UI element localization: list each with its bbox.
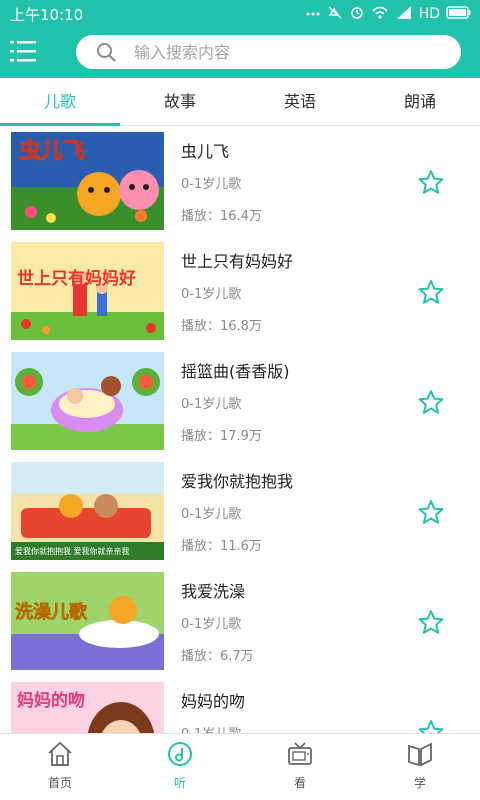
song-category: 0-1岁儿歌 bbox=[181, 617, 242, 632]
song-list: 虫儿飞 虫儿飞 0-1岁儿歌 播放：16.4万 世上只有妈妈好 世上只有妈妈好 … bbox=[0, 126, 480, 733]
play-count: 播放：17.9万 bbox=[181, 429, 262, 444]
song-thumbnail[interactable]: 洗澡儿歌 bbox=[11, 572, 164, 670]
search-box[interactable] bbox=[76, 35, 461, 69]
list-item[interactable]: 爱我你就抱抱我 爱我你就亲亲我 爱我你就抱抱我 0-1岁儿歌 播放：11.6万 bbox=[0, 456, 480, 566]
star-outline-icon bbox=[418, 390, 444, 419]
song-category: 0-1岁儿歌 bbox=[181, 177, 242, 192]
song-category: 0-1岁儿歌 bbox=[181, 723, 241, 733]
tab-stories[interactable]: 故事 bbox=[120, 78, 240, 125]
menu-button[interactable] bbox=[10, 38, 38, 66]
thumbnail-text: 妈妈的吻 bbox=[17, 690, 85, 711]
star-outline-icon bbox=[418, 610, 444, 639]
status-time: 上午10:10 bbox=[10, 6, 84, 24]
list-item[interactable]: 妈妈的吻 妈妈的吻 0-1岁儿歌 bbox=[0, 676, 480, 733]
favorite-button[interactable] bbox=[418, 609, 444, 635]
nav-learn[interactable]: 学 bbox=[360, 734, 480, 800]
list-item[interactable]: 洗澡儿歌 我爱洗澡 0-1岁儿歌 播放：6.7万 bbox=[0, 566, 480, 676]
song-thumbnail[interactable]: 爱我你就抱抱我 爱我你就亲亲我 bbox=[11, 462, 164, 560]
book-icon bbox=[406, 740, 434, 772]
play-count: 播放：16.8万 bbox=[181, 319, 262, 334]
nav-home[interactable]: 首页 bbox=[0, 734, 120, 800]
favorite-button[interactable] bbox=[418, 279, 444, 305]
song-category: 0-1岁儿歌 bbox=[181, 397, 242, 412]
network-type: HD bbox=[418, 6, 440, 22]
favorite-button[interactable] bbox=[418, 169, 444, 195]
tab-recitation[interactable]: 朗诵 bbox=[360, 78, 480, 125]
bottom-navigation: 首页 听 看 学 bbox=[0, 733, 480, 800]
status-bar: 上午10:10 HD bbox=[0, 0, 480, 26]
song-category: 0-1岁儿歌 bbox=[181, 287, 242, 302]
mute-icon bbox=[327, 3, 343, 25]
category-tabs: 儿歌 故事 英语 朗诵 bbox=[0, 78, 480, 126]
list-item[interactable]: 摇篮曲(香香版) 0-1岁儿歌 播放：17.9万 bbox=[0, 346, 480, 456]
thumbnail-text: 洗澡儿歌 bbox=[15, 601, 88, 623]
song-thumbnail[interactable] bbox=[11, 352, 164, 450]
song-thumbnail[interactable]: 妈妈的吻 bbox=[11, 682, 164, 733]
song-title[interactable]: 我爱洗澡 bbox=[181, 578, 245, 602]
nav-listen[interactable]: 听 bbox=[120, 734, 240, 800]
dots-icon bbox=[305, 3, 321, 25]
music-disc-icon bbox=[166, 740, 194, 772]
play-count: 播放：6.7万 bbox=[181, 649, 254, 664]
tab-english[interactable]: 英语 bbox=[240, 78, 360, 125]
favorite-button[interactable] bbox=[418, 499, 444, 525]
thumbnail-text: 爱我你就抱抱我 爱我你就亲亲我 bbox=[15, 546, 130, 556]
list-item[interactable]: 世上只有妈妈好 世上只有妈妈好 0-1岁儿歌 播放：16.8万 bbox=[0, 236, 480, 346]
thumbnail-text: 世上只有妈妈好 bbox=[17, 268, 136, 289]
wifi-icon bbox=[371, 3, 389, 25]
home-icon bbox=[46, 740, 74, 772]
favorite-button[interactable] bbox=[418, 389, 444, 415]
tv-icon bbox=[286, 740, 314, 772]
song-title[interactable]: 虫儿飞 bbox=[181, 138, 229, 162]
nav-label: 首页 bbox=[47, 776, 72, 790]
nav-label: 看 bbox=[293, 776, 306, 790]
star-outline-icon bbox=[418, 280, 444, 309]
song-title[interactable]: 摇篮曲(香香版) bbox=[181, 358, 290, 382]
signal-icon bbox=[395, 3, 413, 25]
battery-icon bbox=[446, 3, 472, 25]
tab-nursery-rhymes[interactable]: 儿歌 bbox=[0, 78, 120, 126]
nav-label: 听 bbox=[173, 776, 186, 790]
list-item[interactable]: 虫儿飞 虫儿飞 0-1岁儿歌 播放：16.4万 bbox=[0, 126, 480, 236]
thumbnail-text: 虫儿飞 bbox=[19, 138, 85, 164]
play-count: 播放：11.6万 bbox=[181, 539, 262, 554]
app-bar bbox=[0, 26, 480, 78]
nav-watch[interactable]: 看 bbox=[240, 734, 360, 800]
star-outline-icon bbox=[418, 170, 444, 199]
play-count: 播放：16.4万 bbox=[181, 209, 262, 224]
alarm-icon bbox=[349, 3, 365, 25]
search-icon bbox=[96, 42, 116, 66]
song-title[interactable]: 世上只有妈妈好 bbox=[181, 248, 293, 272]
menu-icon bbox=[10, 41, 38, 70]
star-outline-icon bbox=[418, 500, 444, 529]
status-icons: HD bbox=[305, 3, 472, 25]
song-thumbnail[interactable]: 世上只有妈妈好 bbox=[11, 242, 164, 340]
nav-label: 学 bbox=[413, 776, 426, 790]
favorite-button[interactable] bbox=[418, 719, 444, 733]
song-thumbnail[interactable]: 虫儿飞 bbox=[11, 132, 164, 230]
song-category: 0-1岁儿歌 bbox=[181, 507, 242, 522]
song-title[interactable]: 爱我你就抱抱我 bbox=[181, 468, 293, 492]
song-title[interactable]: 妈妈的吻 bbox=[181, 688, 245, 712]
search-input[interactable] bbox=[134, 35, 434, 69]
